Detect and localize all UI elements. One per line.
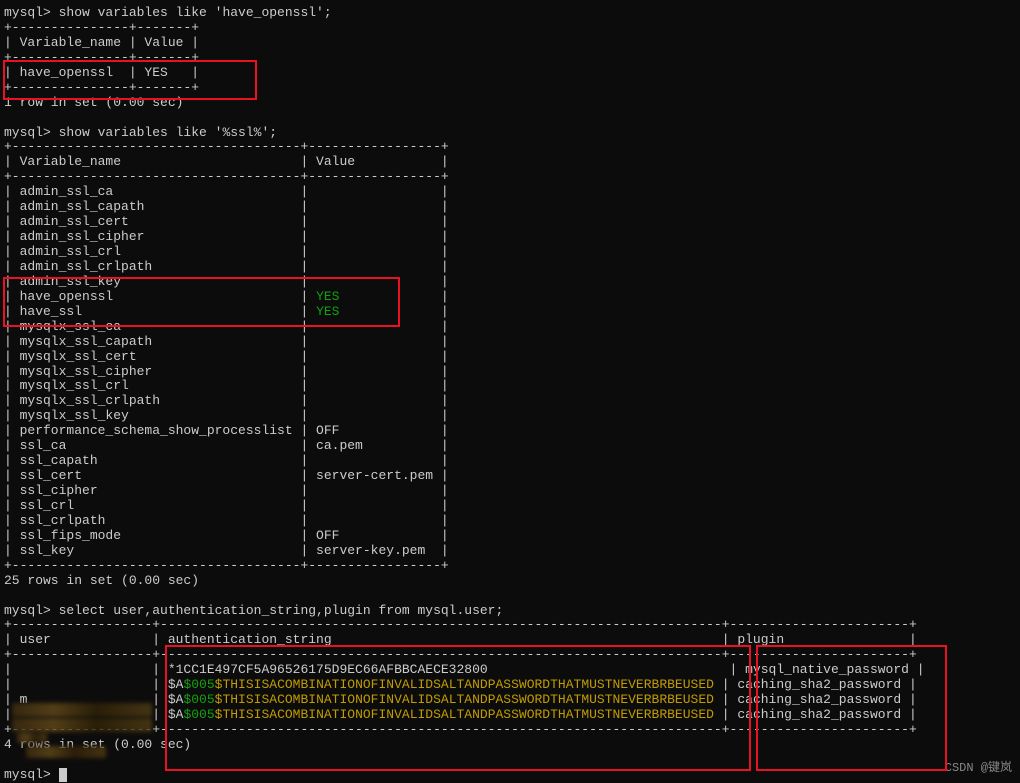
table-row: | mysqlx_ssl_crl | | [4,379,1016,394]
table-row: | ssl_crl | | [4,499,1016,514]
table-row: | ssl_key | server-key.pem | [4,544,1016,559]
table-row: | admin_ssl_cipher | | [4,230,1016,245]
table-row: | | $A$005$THISISACOMBINATIONOFINVALIDSA… [4,678,1016,693]
redacted-username [26,746,106,758]
table-border: +------------------+--------------------… [4,648,1016,663]
prompt-line: mysql> show variables like 'have_openssl… [4,6,1016,21]
table-row: | m | $A$005$THISISACOMBINATIONOFINVALID… [4,693,1016,708]
table-row: | mysqlx_ssl_cipher | | [4,365,1016,380]
table-row: | ssl_ca | ca.pem | [4,439,1016,454]
prompt-line[interactable]: mysql> [4,768,1016,783]
table-row: | admin_ssl_ca | | [4,185,1016,200]
table-row: | admin_ssl_capath | | [4,200,1016,215]
cursor [59,768,67,782]
highlighted-value: YES [316,289,339,304]
terminal-output[interactable]: mysql> show variables like 'have_openssl… [0,0,1020,782]
prompt-line: mysql> select user,authentication_string… [4,604,1016,619]
redacted-username [12,718,152,732]
table-border: +---------------+-------+ [4,51,1016,66]
blank-line [4,589,1016,604]
table-row: | admin_ssl_key | | [4,275,1016,290]
table-row: | ssl_crlpath | | [4,514,1016,529]
table-row: | have_openssl | YES | [4,66,1016,81]
table-header: | Variable_name | Value | [4,36,1016,51]
table-row: | mysqlx_ssl_ca | | [4,320,1016,335]
table-row: | | *1CC1E497CF5A96526175D9EC66AFBBCAECE… [4,663,1016,678]
table-row: | have_openssl | YES | [4,290,1016,305]
table-border: +-------------------------------------+-… [4,559,1016,574]
table-row: | | $A$005$THISISACOMBINATIONOFINVALIDSA… [4,708,1016,723]
table-border: +------------------+--------------------… [4,618,1016,633]
table-row: | mysqlx_ssl_cert | | [4,350,1016,365]
watermark: CSDN @键岚 [945,762,1012,776]
table-row: | mysqlx_ssl_crlpath | | [4,394,1016,409]
redacted-username [17,732,47,743]
table-row: | have_ssl | YES | [4,305,1016,320]
table-row: | ssl_cert | server-cert.pem | [4,469,1016,484]
prompt-line: mysql> show variables like '%ssl%'; [4,126,1016,141]
blank-line [4,753,1016,768]
highlighted-value: YES [316,304,339,319]
blank-line [4,111,1016,126]
result-footer: 4 rows in set (0.00 sec) [4,738,1016,753]
table-row: | admin_ssl_crlpath | | [4,260,1016,275]
table-header: | user | authentication_string | plugin … [4,633,1016,648]
redacted-username [12,703,152,717]
table-row: | mysqlx_ssl_key | | [4,409,1016,424]
table-border: +---------------+-------+ [4,81,1016,96]
table-row: | admin_ssl_crl | | [4,245,1016,260]
table-border: +---------------+-------+ [4,21,1016,36]
table-border: +-------------------------------------+-… [4,170,1016,185]
table-row: | mysqlx_ssl_capath | | [4,335,1016,350]
table-row: | ssl_capath | | [4,454,1016,469]
table-row: | ssl_fips_mode | OFF | [4,529,1016,544]
table-row: | admin_ssl_cert | | [4,215,1016,230]
result-footer: 1 row in set (0.00 sec) [4,96,1016,111]
result-footer: 25 rows in set (0.00 sec) [4,574,1016,589]
table-row: | ssl_cipher | | [4,484,1016,499]
table-border: +-------------------------------------+-… [4,140,1016,155]
table-header: | Variable_name | Value | [4,155,1016,170]
table-row: | performance_schema_show_processlist | … [4,424,1016,439]
table-border: +------------------+--------------------… [4,723,1016,738]
